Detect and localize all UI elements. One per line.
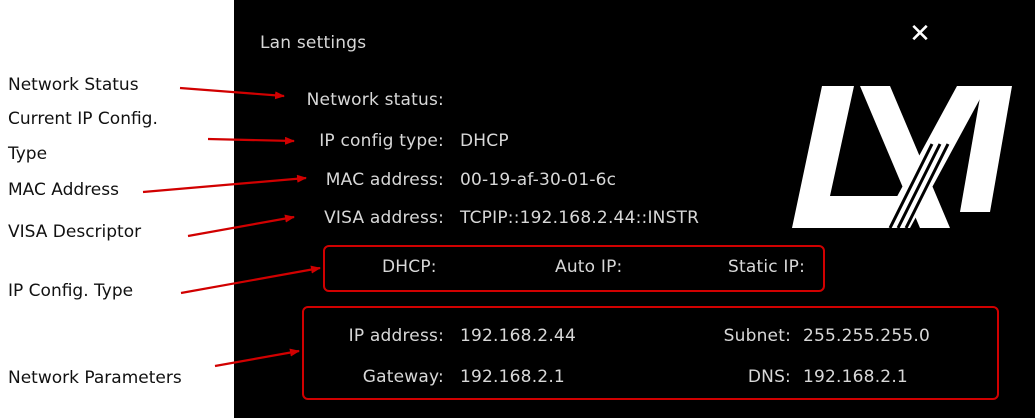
auto-ip-option[interactable]: Auto IP: xyxy=(555,257,622,277)
callout-mac-address: MAC Address xyxy=(8,180,119,200)
dialog-title: Lan settings xyxy=(260,33,367,53)
ip-address-value: 192.168.2.44 xyxy=(460,326,576,346)
ip-config-type-label: IP config type: xyxy=(319,131,444,151)
network-status-label: Network status: xyxy=(306,90,444,110)
gateway-label: Gateway: xyxy=(362,367,444,387)
callout-visa-descriptor: VISA Descriptor xyxy=(8,222,142,242)
lan-settings-dialog: Lan settings ✕ Network status: IP config… xyxy=(234,0,1035,418)
static-ip-option[interactable]: Static IP: xyxy=(728,257,805,277)
callout-network-status: Network Status xyxy=(8,75,139,95)
dhcp-option[interactable]: DHCP: xyxy=(382,257,437,277)
visa-address-label: VISA address: xyxy=(324,208,444,228)
dns-label: DNS: xyxy=(747,367,791,387)
mac-address-label: MAC address: xyxy=(325,170,444,190)
callout-network-parameters: Network Parameters xyxy=(8,368,182,388)
callout-current-ip-config-type-line2: Type xyxy=(8,144,48,164)
ip-address-label: IP address: xyxy=(348,326,444,346)
subnet-label: Subnet: xyxy=(723,326,791,346)
callout-ip-config-type: IP Config. Type xyxy=(8,281,134,301)
lxi-logo xyxy=(792,86,1012,228)
subnet-value: 255.255.255.0 xyxy=(803,326,930,346)
gateway-value: 192.168.2.1 xyxy=(460,367,565,387)
dns-value: 192.168.2.1 xyxy=(803,367,908,387)
mac-address-value: 00-19-af-30-01-6c xyxy=(460,170,617,190)
ip-config-type-value: DHCP xyxy=(460,131,509,151)
callout-current-ip-config-type-line1: Current IP Config. xyxy=(8,109,158,129)
visa-address-value: TCPIP::192.168.2.44::INSTR xyxy=(460,208,700,228)
close-icon[interactable]: ✕ xyxy=(908,21,932,47)
